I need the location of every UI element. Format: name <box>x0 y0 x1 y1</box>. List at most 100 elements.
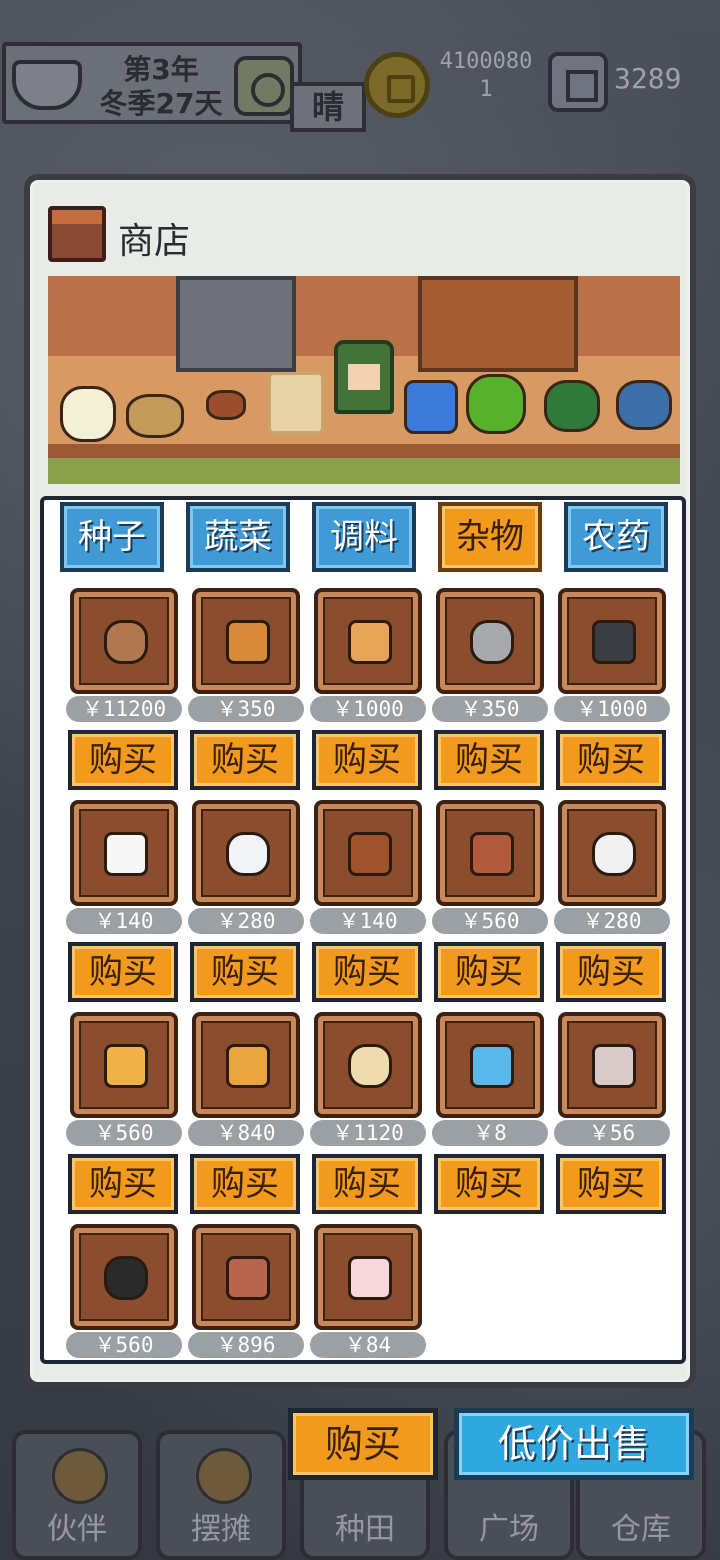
item-tile[interactable] <box>436 800 544 906</box>
item-buy-button[interactable]: 购买 <box>556 942 666 1002</box>
price-tag: ￥350 <box>188 696 304 722</box>
cauliflower-icon <box>60 386 116 442</box>
herb-icon <box>544 380 600 432</box>
price-tag: ￥1120 <box>310 1120 426 1146</box>
ginger-icon <box>126 394 184 438</box>
price-tag: ￥280 <box>554 908 670 934</box>
item-tile[interactable] <box>436 1012 544 1118</box>
item-buy-button[interactable]: 购买 <box>68 1154 178 1214</box>
item-tile[interactable] <box>558 800 666 906</box>
item-buy-button[interactable]: 购买 <box>68 730 178 790</box>
price-tag: ￥1000 <box>310 696 426 722</box>
shelf-icon <box>418 276 578 372</box>
stone-icon <box>470 620 514 664</box>
item-buy-button[interactable]: 购买 <box>312 1154 422 1214</box>
shop-title: 商店 <box>118 221 191 262</box>
item-tile[interactable] <box>558 1012 666 1118</box>
tab-vegetables[interactable]: 蔬菜 <box>186 502 290 572</box>
item-buy-button[interactable]: 购买 <box>68 942 178 1002</box>
item-tile[interactable] <box>558 588 666 694</box>
sausage-icon <box>226 1256 270 1300</box>
gem-count: 3289 <box>614 62 682 95</box>
nav-label: 伙伴 <box>47 1512 107 1547</box>
mushroom-icon <box>206 390 246 420</box>
water-drop-icon <box>470 1044 514 1088</box>
item-buy-button[interactable]: 购买 <box>434 1154 544 1214</box>
item-tile[interactable] <box>192 800 300 906</box>
item-tile[interactable] <box>192 588 300 694</box>
counter-edge <box>48 444 680 458</box>
shop-item-frame: 种子 蔬菜 调料 杂物 农药 ￥11200 购买 ￥350 购买 ￥1000 购买 ￥350… <box>40 496 686 1364</box>
season-day-label: 冬季27天 <box>99 87 223 120</box>
buy-button[interactable]: 购买 <box>288 1408 438 1480</box>
seed-packet-icon <box>268 372 324 434</box>
price-tag: ￥140 <box>310 908 426 934</box>
price-tag: ￥8 <box>432 1120 548 1146</box>
item-buy-button[interactable]: 购买 <box>556 1154 666 1214</box>
item-tile[interactable] <box>70 800 178 906</box>
item-buy-button[interactable]: 购买 <box>556 730 666 790</box>
price-tag: ￥560 <box>66 1120 182 1146</box>
price-tag: ￥840 <box>188 1120 304 1146</box>
speech-bubble-icon <box>592 832 636 876</box>
item-tile[interactable] <box>314 1012 422 1118</box>
oven-icon <box>176 276 296 372</box>
egg-icon <box>104 832 148 876</box>
item-tile[interactable] <box>70 1224 178 1330</box>
item-tile[interactable] <box>192 1012 300 1118</box>
sell-cheap-button[interactable]: 低价出售 <box>454 1408 694 1480</box>
nav-label: 摆摊 <box>191 1512 251 1547</box>
nav-stall[interactable]: 摆摊 <box>156 1430 286 1560</box>
stall-icon <box>196 1448 252 1504</box>
tab-seasonings[interactable]: 调料 <box>312 502 416 572</box>
category-tabs: 种子 蔬菜 调料 杂物 农药 <box>60 502 680 574</box>
nav-partners[interactable]: 伙伴 <box>12 1430 142 1560</box>
item-buy-button[interactable]: 购买 <box>434 730 544 790</box>
shop-box-icon <box>48 206 106 262</box>
item-tile[interactable] <box>314 1224 422 1330</box>
price-tag: ￥560 <box>66 1332 182 1358</box>
price-tag: ￥84 <box>310 1332 426 1358</box>
rice-ball-icon <box>348 1256 392 1300</box>
clock-icon <box>234 56 294 116</box>
price-tag: ￥1000 <box>554 696 670 722</box>
item-tile[interactable] <box>314 800 422 906</box>
nav-label: 广场 <box>479 1512 539 1547</box>
item-tile[interactable] <box>314 588 422 694</box>
item-buy-button[interactable]: 购买 <box>190 1154 300 1214</box>
price-tag: ￥896 <box>188 1332 304 1358</box>
seaweed-icon <box>104 1256 148 1300</box>
blue-pumpkin-icon <box>616 380 672 430</box>
item-buy-button[interactable]: 购买 <box>190 942 300 1002</box>
status-bar: 第3年 冬季27天 晴 41000801 3289 <box>0 38 720 133</box>
shopkeeper-icon <box>334 340 394 414</box>
tab-sundries[interactable]: 杂物 <box>438 502 542 572</box>
item-buy-button[interactable]: 购买 <box>434 942 544 1002</box>
item-tile[interactable] <box>70 588 178 694</box>
nav-label: 种田 <box>335 1512 395 1547</box>
oil-jar-icon <box>226 1044 270 1088</box>
item-buy-button[interactable]: 购买 <box>312 730 422 790</box>
iron-ore-icon <box>592 620 636 664</box>
item-tile[interactable] <box>192 1224 300 1330</box>
price-tag: ￥280 <box>188 908 304 934</box>
scene-grass <box>48 458 680 484</box>
weather-label: 晴 <box>290 82 366 132</box>
gem-icon <box>548 52 608 112</box>
date-panel: 第3年 冬季27天 <box>2 42 302 124</box>
cinnamon-stick-icon <box>226 620 270 664</box>
item-tile[interactable] <box>70 1012 178 1118</box>
tab-seeds[interactable]: 种子 <box>60 502 164 572</box>
tab-pesticides[interactable]: 农药 <box>564 502 668 572</box>
item-buy-button[interactable]: 购买 <box>190 730 300 790</box>
blue-gem-icon <box>404 380 458 434</box>
nav-label: 仓库 <box>611 1512 671 1547</box>
money-count: 41000801 <box>439 49 533 102</box>
flour-sack-icon <box>592 1044 636 1088</box>
price-tag: ￥350 <box>432 696 548 722</box>
item-buy-button[interactable]: 购买 <box>312 942 422 1002</box>
milk-bottle-icon <box>226 832 270 876</box>
item-tile[interactable] <box>436 588 544 694</box>
bowl-icon <box>12 60 82 110</box>
price-tag: ￥560 <box>432 908 548 934</box>
